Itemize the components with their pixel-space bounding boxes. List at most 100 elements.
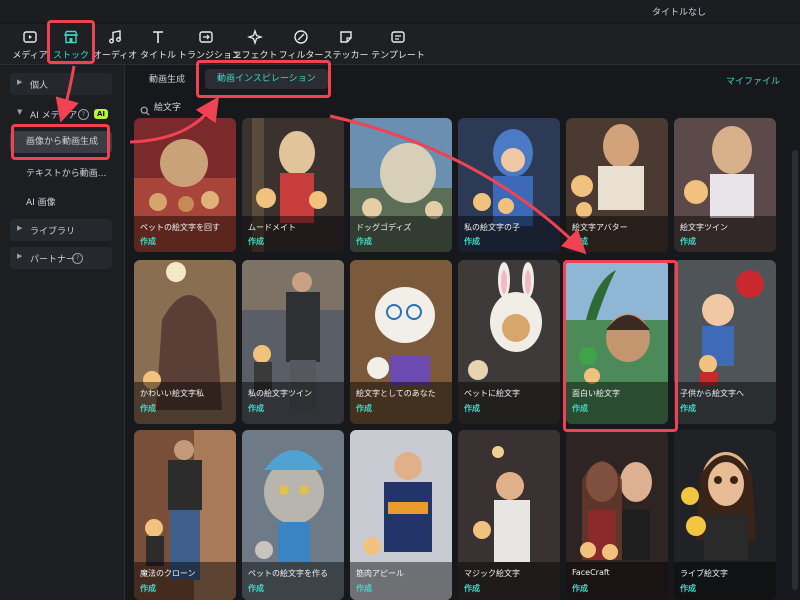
card-title: ペットの絵文字を回す	[140, 223, 220, 232]
toolbar-template-label: テンプレート	[371, 51, 425, 61]
template-card[interactable]: 筋肉アピール 作成	[350, 430, 452, 600]
template-card[interactable]: 絵文字ツイン 作成	[674, 118, 776, 252]
create-link[interactable]: 作成	[464, 236, 480, 247]
template-card[interactable]: 子供から絵文字へ 作成	[674, 260, 776, 424]
card-title: ペットの絵文字を作る	[248, 569, 328, 578]
create-link[interactable]: 作成	[140, 583, 156, 594]
help-icon[interactable]: ?	[72, 253, 83, 264]
sidebar-item-label: ライブラリ	[30, 227, 76, 237]
content-tabs: 動画生成 動画インスピレーション マイファイル	[125, 66, 800, 92]
card-title: かわいい絵文字私	[140, 389, 204, 398]
toolbar-sticker[interactable]: ステッカー	[318, 24, 374, 64]
tab-video-generation[interactable]: 動画生成	[149, 72, 185, 85]
sidebar-item-ai-media[interactable]: ▼ AI メディア ? AI	[10, 103, 112, 125]
create-link[interactable]: 作成	[464, 403, 480, 414]
search-icon	[140, 101, 150, 116]
grid-scrollbar[interactable]	[792, 150, 798, 590]
sidebar-item-label: パートナー	[30, 255, 76, 265]
sidebar-item-label: AI メディア	[30, 111, 78, 121]
template-card[interactable]: ペットの絵文字を回す 作成	[134, 118, 236, 252]
create-link[interactable]: 作成	[680, 403, 696, 414]
transition-icon	[198, 29, 214, 45]
sidebar-item-text-to-video[interactable]: テキストから動画...	[26, 166, 106, 179]
template-card[interactable]: ドッグゴディズ 作成	[350, 118, 452, 252]
card-title: ライブ絵文字	[680, 569, 728, 578]
my-files-link[interactable]: マイファイル	[726, 74, 780, 87]
template-card[interactable]: 絵文字アバター 作成	[566, 118, 668, 252]
sidebar-item-partner[interactable]: ▶ パートナー ?	[10, 247, 112, 269]
card-title: 魔法のクローン	[140, 569, 196, 578]
create-link[interactable]: 作成	[248, 236, 264, 247]
media-icon	[22, 29, 38, 45]
create-link[interactable]: 作成	[680, 583, 696, 594]
create-link[interactable]: 作成	[140, 403, 156, 414]
filter-icon	[293, 29, 309, 45]
card-title: ムードメイト	[248, 223, 296, 232]
sidebar-item-label: 個人	[30, 81, 49, 91]
create-link[interactable]: 作成	[356, 403, 372, 414]
card-title: ペットに絵文字	[464, 389, 520, 398]
chevron-right-icon: ▶	[17, 78, 23, 86]
create-link[interactable]: 作成	[248, 403, 264, 414]
template-card[interactable]: ペットに絵文字 作成	[458, 260, 560, 424]
create-link[interactable]: 作成	[464, 583, 480, 594]
create-link[interactable]: 作成	[140, 236, 156, 247]
template-card[interactable]: 私の絵文字ツイン 作成	[242, 260, 344, 424]
card-thumbnail	[674, 260, 776, 424]
chevron-right-icon: ▶	[17, 252, 23, 260]
chevron-right-icon: ▶	[17, 224, 23, 232]
search-input[interactable]: 絵文字	[154, 100, 181, 113]
tab-video-inspiration[interactable]: 動画インスピレーション	[205, 69, 328, 89]
help-icon[interactable]: ?	[78, 109, 89, 120]
sidebar-item-ai-image[interactable]: AI 画像	[26, 195, 56, 208]
main-toolbar: メディア ストック オーディオ タイトル トランジション エフェクト フィルター…	[0, 24, 800, 65]
template-card[interactable]: ペットの絵文字を作る 作成	[242, 430, 344, 600]
card-title: 絵文字アバター	[572, 223, 628, 232]
card-thumbnail	[458, 260, 560, 424]
music-note-icon	[107, 29, 123, 45]
toolbar-transition[interactable]: トランジション	[178, 24, 241, 64]
template-card[interactable]: かわいい絵文字私 作成	[134, 260, 236, 424]
toolbar-sticker-label: ステッカー	[323, 51, 369, 61]
card-title: 絵文字としてのあなた	[356, 389, 436, 398]
template-card[interactable]: ムードメイト 作成	[242, 118, 344, 252]
create-link[interactable]: 作成	[680, 236, 696, 247]
card-title: 絵文字ツイン	[680, 223, 728, 232]
stock-icon	[63, 29, 79, 45]
sidebar-item-img-to-video[interactable]: 画像から動画生成	[10, 131, 112, 153]
sidebar-item-personal[interactable]: ▶ 個人	[10, 73, 112, 95]
chevron-down-icon: ▼	[17, 108, 23, 116]
card-thumbnail	[134, 260, 236, 424]
template-card[interactable]: ライブ絵文字 作成	[674, 430, 776, 600]
create-link[interactable]: 作成	[248, 583, 264, 594]
search-box[interactable]: 絵文字	[140, 99, 340, 116]
create-link[interactable]: 作成	[572, 583, 588, 594]
left-sidebar: ▶ 個人 ▼ AI メディア ? AI 画像から動画生成 テキストから動画...…	[0, 65, 125, 600]
template-icon	[390, 29, 406, 45]
template-card[interactable]: 私の絵文字の子 作成	[458, 118, 560, 252]
card-title: マジック絵文字	[464, 569, 520, 578]
card-thumbnail	[350, 260, 452, 424]
inspiration-grid: ペットの絵文字を回す 作成 ムードメイト 作成 ドッグゴディズ 作成 私の絵文字…	[134, 118, 786, 600]
card-thumbnail	[242, 260, 344, 424]
create-link[interactable]: 作成	[356, 583, 372, 594]
template-card[interactable]: 面白い絵文字 作成	[566, 260, 668, 424]
create-link[interactable]: 作成	[572, 236, 588, 247]
card-title: 面白い絵文字	[572, 389, 620, 398]
card-title: 子供から絵文字へ	[680, 389, 744, 398]
template-card[interactable]: 絵文字としてのあなた 作成	[350, 260, 452, 424]
sticker-icon	[338, 29, 354, 45]
template-card[interactable]: マジック絵文字 作成	[458, 430, 560, 600]
window-title: タイトルなし	[651, 8, 706, 18]
toolbar-template[interactable]: テンプレート	[370, 24, 426, 64]
create-link[interactable]: 作成	[572, 403, 588, 414]
title-bar: タイトルなし	[0, 0, 800, 22]
effect-sparkle-icon	[247, 29, 263, 45]
template-card[interactable]: FaceCraft 作成	[566, 430, 668, 600]
card-title: ドッグゴディズ	[356, 223, 412, 232]
create-link[interactable]: 作成	[356, 236, 372, 247]
card-title: FaceCraft	[572, 568, 610, 577]
sidebar-item-library[interactable]: ▶ ライブラリ	[10, 219, 112, 241]
template-card[interactable]: 魔法のクローン 作成	[134, 430, 236, 600]
title-t-icon	[150, 29, 166, 45]
